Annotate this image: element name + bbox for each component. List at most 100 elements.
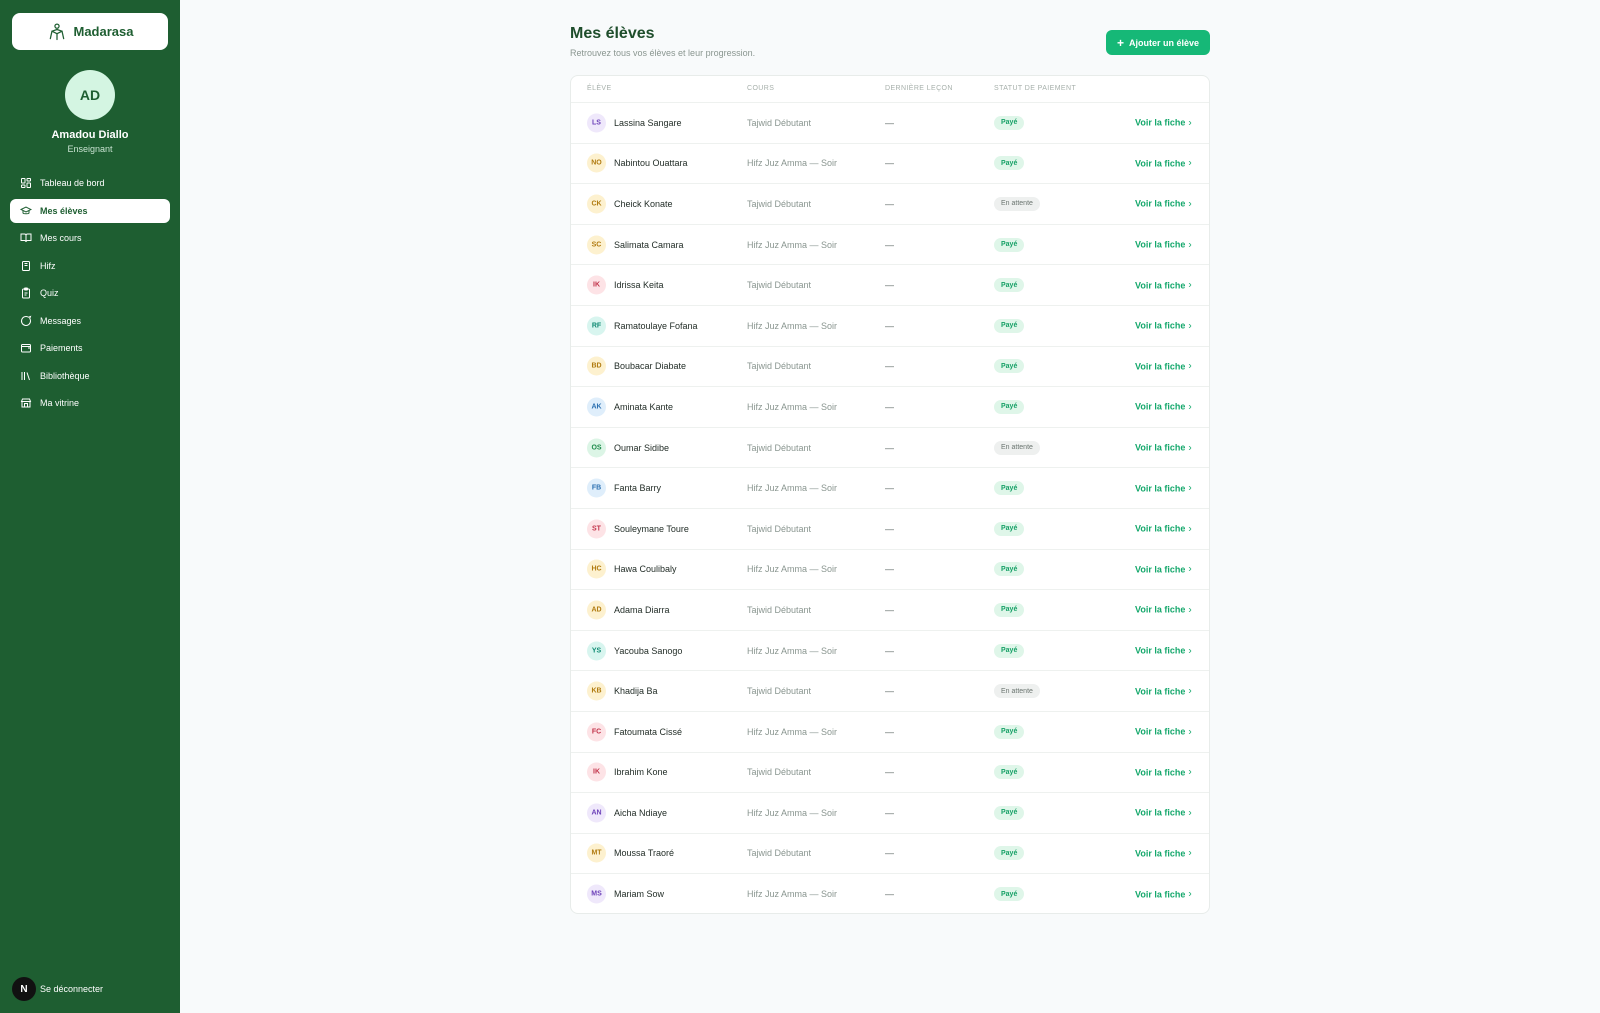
- view-profile-link[interactable]: Voir la fiche ›: [1135, 807, 1192, 818]
- chevron-right-icon: ›: [1188, 157, 1192, 169]
- view-profile-link[interactable]: Voir la fiche ›: [1135, 198, 1192, 209]
- student-avatar: ST: [587, 519, 606, 539]
- sidebar: Madarasa AD Amadou Diallo Enseignant Tab…: [0, 0, 180, 1013]
- sidebar-item-messages[interactable]: Messages: [10, 309, 170, 333]
- table-row[interactable]: OS Oumar Sidibe Tajwid Débutant — En attente…: [571, 426, 1209, 468]
- view-profile-link[interactable]: Voir la fiche ›: [1135, 604, 1192, 615]
- view-profile-label: Voir la fiche: [1135, 523, 1186, 534]
- clipboard-icon: [20, 287, 32, 299]
- student-course: Hifz Juz Amma — Soir: [747, 645, 838, 656]
- sidebar-item-label: Mes élèves: [40, 205, 88, 216]
- student-course: Hifz Juz Amma — Soir: [747, 239, 838, 250]
- sidebar-item-mes-cours[interactable]: Mes cours: [10, 226, 170, 250]
- table-row[interactable]: FC Fatoumata Cissé Hifz Juz Amma — Soir — Pa…: [571, 710, 1209, 752]
- view-profile-link[interactable]: Voir la fiche ›: [1135, 280, 1192, 291]
- student-name: Oumar Sidibe: [614, 442, 670, 453]
- table-row[interactable]: CK Cheick Konate Tajwid Débutant — En attent…: [571, 183, 1209, 224]
- table-row[interactable]: ST Souleymane Toure Tajwid Débutant — Payé Vo…: [571, 507, 1209, 549]
- column-header-eleve: Élève: [587, 85, 612, 92]
- status-badge: Payé: [994, 237, 1025, 252]
- view-profile-link[interactable]: Voir la fiche ›: [1135, 320, 1192, 331]
- view-profile-label: Voir la fiche: [1135, 848, 1186, 859]
- brand-logo[interactable]: Madarasa: [12, 13, 168, 50]
- chevron-right-icon: ›: [1188, 401, 1192, 413]
- chevron-right-icon: ›: [1188, 766, 1192, 778]
- table-row[interactable]: SC Salimata Camara Hifz Juz Amma — Soir — Pa…: [571, 223, 1209, 265]
- view-profile-link[interactable]: Voir la fiche ›: [1135, 483, 1192, 494]
- last-lesson: —: [885, 848, 894, 859]
- logout-button[interactable]: N Se déconnecter: [12, 977, 103, 1001]
- sidebar-item-bibliotheque[interactable]: Bibliothèque: [10, 364, 170, 388]
- status-badge: En attente: [994, 440, 1040, 455]
- student-avatar: SC: [587, 235, 606, 255]
- chevron-right-icon: ›: [1188, 847, 1192, 859]
- view-profile-link[interactable]: Voir la fiche ›: [1135, 239, 1192, 250]
- table-row[interactable]: AK Aminata Kante Hifz Juz Amma — Soir — Payé…: [571, 386, 1209, 427]
- chevron-right-icon: ›: [1188, 888, 1192, 900]
- status-badge: Payé: [994, 846, 1025, 861]
- sidebar-item-mes-eleves[interactable]: Mes élèves: [10, 198, 170, 223]
- student-course: Tajwid Débutant: [747, 848, 812, 859]
- view-profile-link[interactable]: Voir la fiche ›: [1135, 848, 1192, 859]
- last-lesson: —: [885, 483, 894, 494]
- table-row[interactable]: MS Mariam Sow Hifz Juz Amma — Soir — Payé Voi…: [571, 873, 1209, 913]
- view-profile-label: Voir la fiche: [1135, 158, 1186, 169]
- last-lesson: —: [885, 726, 894, 737]
- column-header-derniere-lecon: Dernière leçon: [885, 85, 953, 92]
- table-row[interactable]: YS Yacouba Sanogo Hifz Juz Amma — Soir — Pay…: [571, 629, 1209, 671]
- view-profile-link[interactable]: Voir la fiche ›: [1135, 686, 1192, 697]
- view-profile-label: Voir la fiche: [1135, 726, 1186, 737]
- student-name: Fatoumata Cissé: [614, 726, 683, 737]
- view-profile-label: Voir la fiche: [1135, 401, 1186, 412]
- status-badge: Payé: [994, 887, 1025, 902]
- table-row[interactable]: LS Lassina Sangare Tajwid Débutant — Payé Voi…: [571, 102, 1209, 143]
- table-row[interactable]: IK Idrissa Keita Tajwid Débutant — Payé Voir …: [571, 264, 1209, 305]
- table-row[interactable]: HC Hawa Coulibaly Hifz Juz Amma — Soir — Pay…: [571, 548, 1209, 590]
- table-row[interactable]: BD Boubacar Diabate Tajwid Débutant — Payé Vo…: [571, 345, 1209, 387]
- student-name: Salimata Camara: [614, 239, 684, 250]
- student-avatar: MT: [587, 843, 606, 863]
- sidebar-item-paiements[interactable]: Paiements: [10, 336, 170, 360]
- student-name: Fanta Barry: [614, 483, 662, 494]
- table-row[interactable]: IK Ibrahim Kone Tajwid Débutant — Payé Voir l…: [571, 751, 1209, 793]
- last-lesson: —: [885, 604, 894, 615]
- student-avatar: IK: [587, 762, 606, 782]
- table-row[interactable]: KB Khadija Ba Tajwid Débutant — En attente Vo…: [571, 670, 1209, 711]
- table-row[interactable]: RF Ramatoulaye Fofana Hifz Juz Amma — Soir…: [571, 304, 1209, 346]
- sidebar-item-ma-vitrine[interactable]: Ma vitrine: [10, 391, 170, 415]
- book-open-icon: [20, 232, 32, 244]
- view-profile-label: Voir la fiche: [1135, 239, 1186, 250]
- sidebar-item-tableau-de-bord[interactable]: Tableau de bord: [10, 171, 170, 195]
- last-lesson: —: [885, 117, 894, 128]
- brand-name: Madarasa: [73, 24, 134, 39]
- student-avatar: KB: [587, 681, 606, 701]
- add-student-button[interactable]: + Ajouter un élève: [1106, 30, 1210, 55]
- status-badge: Payé: [994, 643, 1025, 658]
- view-profile-link[interactable]: Voir la fiche ›: [1135, 401, 1192, 412]
- student-avatar: RF: [587, 316, 606, 336]
- status-badge: Payé: [994, 521, 1025, 536]
- view-profile-link[interactable]: Voir la fiche ›: [1135, 889, 1192, 900]
- user-role: Enseignant: [67, 144, 113, 154]
- table-row[interactable]: FB Fanta Barry Hifz Juz Amma — Soir — Payé Vo…: [571, 467, 1209, 508]
- view-profile-link[interactable]: Voir la fiche ›: [1135, 523, 1192, 534]
- view-profile-link[interactable]: Voir la fiche ›: [1135, 117, 1192, 128]
- view-profile-link[interactable]: Voir la fiche ›: [1135, 645, 1192, 656]
- sidebar-item-quiz[interactable]: Quiz: [10, 281, 170, 305]
- student-course: Hifz Juz Amma — Soir: [747, 158, 838, 169]
- library-icon: [20, 370, 32, 382]
- view-profile-link[interactable]: Voir la fiche ›: [1135, 767, 1192, 778]
- status-badge: Payé: [994, 602, 1025, 617]
- view-profile-link[interactable]: Voir la fiche ›: [1135, 158, 1192, 169]
- view-profile-link[interactable]: Voir la fiche ›: [1135, 361, 1192, 372]
- view-profile-link[interactable]: Voir la fiche ›: [1135, 726, 1192, 737]
- view-profile-label: Voir la fiche: [1135, 889, 1186, 900]
- table-row[interactable]: NO Nabintou Ouattara Hifz Juz Amma — Soir —…: [571, 142, 1209, 184]
- view-profile-link[interactable]: Voir la fiche ›: [1135, 564, 1192, 575]
- table-row[interactable]: AD Adama Diarra Tajwid Débutant — Payé Voir l…: [571, 589, 1209, 630]
- view-profile-link[interactable]: Voir la fiche ›: [1135, 442, 1192, 453]
- view-profile-label: Voir la fiche: [1135, 807, 1186, 818]
- sidebar-item-hifz[interactable]: Hifz: [10, 254, 170, 278]
- table-row[interactable]: AN Aicha Ndiaye Hifz Juz Amma — Soir — Payé V…: [571, 792, 1209, 833]
- table-row[interactable]: MT Moussa Traoré Tajwid Débutant — Payé Voir …: [571, 832, 1209, 874]
